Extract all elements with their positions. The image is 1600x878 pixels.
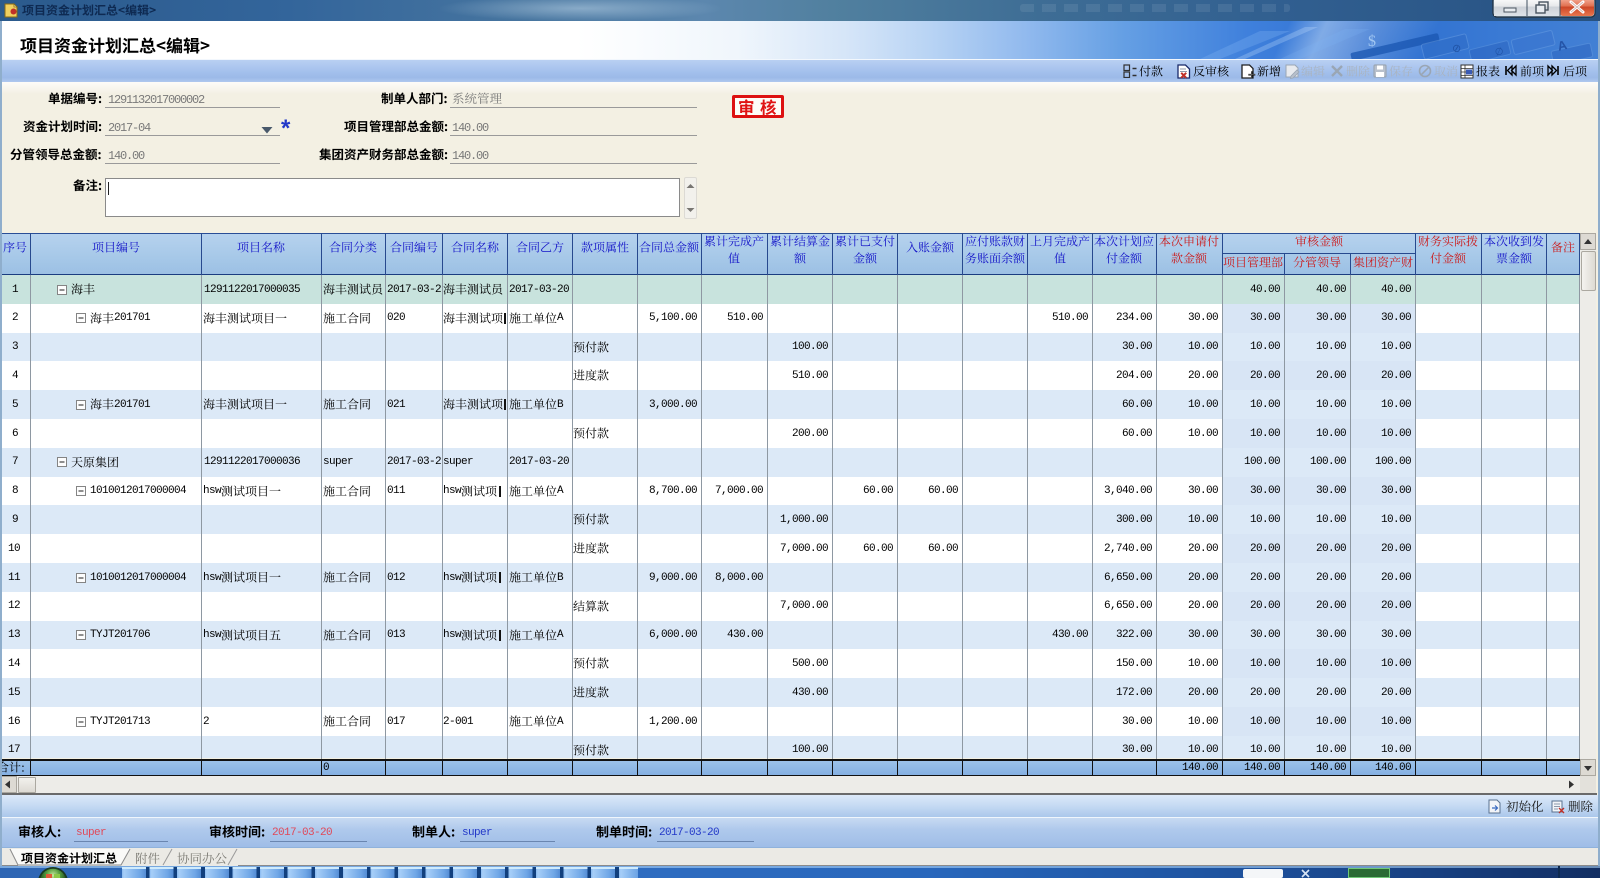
svg-text:$: $ [1368,33,1376,50]
svg-text:A: A [1556,37,1569,54]
